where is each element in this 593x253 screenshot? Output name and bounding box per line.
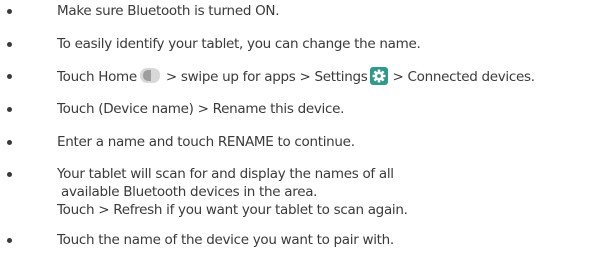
instruction-line: available Bluetooth devices in the area. [61, 184, 318, 200]
instruction-line: Touch (Device name) > Rename this device… [57, 101, 345, 117]
instruction-segment: > swipe up for apps > Settings [165, 69, 368, 85]
bullet-dot [7, 107, 12, 112]
bullet-dot [7, 9, 12, 14]
instruction-segment: Touch Home [57, 69, 137, 85]
instruction-text: Touch Home > swipe up for apps > Settings… [57, 67, 535, 85]
bullet-dot [7, 140, 12, 145]
instruction-line: Touch the name of the device you want to… [57, 232, 394, 248]
bullet-dot [7, 172, 12, 177]
settings-gear-icon [370, 67, 389, 85]
bullet-dot [7, 238, 12, 243]
instruction-text: To easily identify your tablet, you can … [57, 35, 421, 53]
instruction-line: Make sure Bluetooth is turned ON. [57, 3, 280, 19]
instruction-segment: > Connected devices. [392, 69, 535, 85]
bullet-dot [7, 74, 12, 79]
home-toggle-icon [139, 68, 162, 83]
instruction-line: Your tablet will scan for and display th… [57, 166, 394, 182]
instruction-text: Touch (Device name) > Rename this device… [57, 100, 344, 118]
instruction-line: Touch Home > swipe up for apps > Settings… [57, 67, 535, 85]
instruction-line: Enter a name and touch RENAME to continu… [57, 134, 355, 150]
instruction-text: Enter a name and touch RENAME to continu… [57, 133, 355, 151]
instruction-line: Touch > Refresh if you want your tablet … [57, 202, 408, 218]
instruction-text: Touch the name of the device you want to… [57, 231, 394, 249]
instruction-text: Make sure Bluetooth is turned ON. [57, 2, 280, 20]
bullet-dot [7, 42, 12, 47]
instruction-text: Your tablet will scan for and display th… [57, 165, 408, 219]
instruction-list: Make sure Bluetooth is turned ON. To eas… [0, 0, 593, 253]
instruction-line: To easily identify your tablet, you can … [57, 36, 421, 52]
